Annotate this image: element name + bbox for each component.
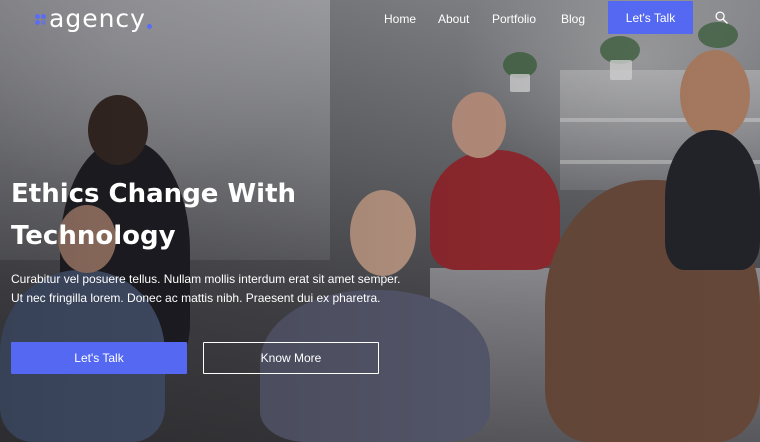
logo-dots-icon — [34, 8, 48, 30]
logo-accent-dot — [146, 23, 152, 29]
nav-blog[interactable]: Blog — [561, 12, 585, 26]
nav-portfolio[interactable]: Portfolio — [492, 12, 536, 26]
lets-talk-header-button[interactable]: Let's Talk — [608, 1, 693, 34]
site-header: agency Home About Portfolio Blog Let's T… — [0, 0, 760, 40]
hero-description: Curabitur vel posuere tellus. Nullam mol… — [11, 270, 431, 308]
hero-desc-line1: Curabitur vel posuere tellus. Nullam mol… — [11, 272, 401, 286]
hero-title-line1: Ethics Change With — [11, 179, 297, 209]
hero-title: Ethics Change With Technology — [11, 173, 391, 257]
lets-talk-button[interactable]: Let's Talk — [11, 342, 187, 374]
logo-text: agency — [49, 4, 146, 33]
site-logo[interactable]: agency — [34, 4, 152, 34]
hero-desc-line2: Ut nec fringilla lorem. Donec ac mattis … — [11, 291, 381, 305]
nav-about[interactable]: About — [438, 12, 469, 26]
nav-home[interactable]: Home — [384, 12, 416, 26]
know-more-button[interactable]: Know More — [203, 342, 379, 374]
search-icon[interactable] — [715, 11, 728, 24]
hero-title-line2: Technology — [11, 221, 176, 251]
